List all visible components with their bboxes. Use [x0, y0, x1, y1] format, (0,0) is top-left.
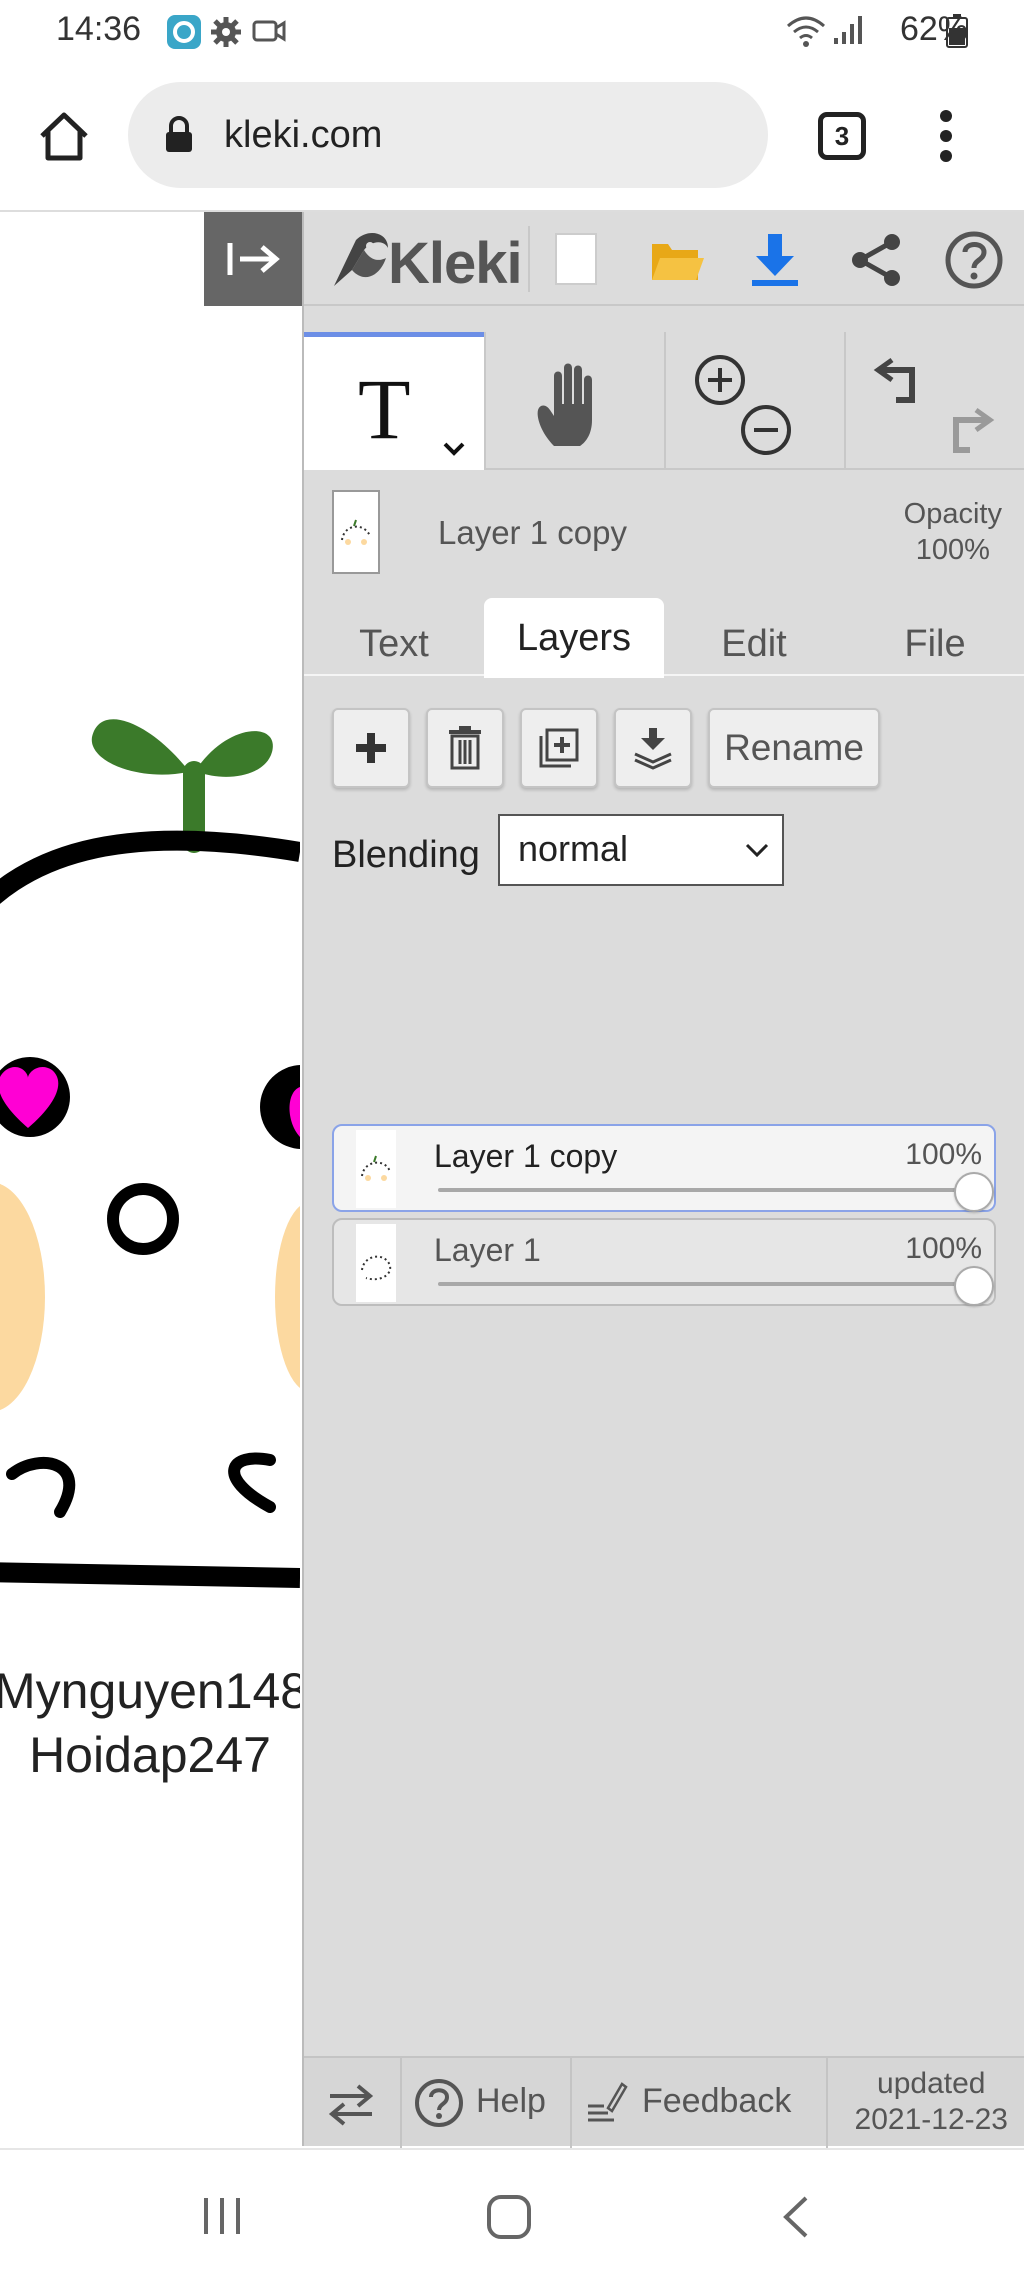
redo-icon[interactable]: [940, 402, 996, 458]
canvas-text-line1: Mynguyen148: [0, 1663, 300, 1719]
tab-switcher-button[interactable]: 3: [818, 112, 866, 160]
settings-gear-icon: [211, 17, 241, 47]
kleki-logo-icon: [334, 233, 388, 286]
current-layer-name: Layer 1 copy: [438, 514, 627, 551]
blending-label: Blending: [332, 834, 480, 876]
battery-icon: [946, 14, 968, 48]
layer-preview-image: [341, 519, 371, 545]
layer-thumbnail: [356, 1224, 396, 1302]
help-button[interactable]: Help: [402, 2058, 568, 2148]
canvas-drawing: [0, 719, 300, 1588]
add-layer-button[interactable]: [332, 708, 410, 788]
side-panel: Kleki T Layer 1 copy Opacity 100% Text L…: [302, 212, 1024, 2148]
browser-toolbar: kleki.com 3: [0, 62, 1024, 212]
lock-icon: [166, 116, 192, 152]
zoom-out-icon[interactable]: [738, 402, 794, 458]
updated-label: updated: [877, 2067, 986, 2100]
chevron-down-icon[interactable]: [442, 441, 466, 457]
tab-file[interactable]: File: [844, 598, 1024, 690]
updated-info: updated 2021-12-23: [855, 2066, 1008, 2138]
layer-name: Layer 1: [434, 1232, 541, 1268]
back-nav-icon[interactable]: [780, 2194, 812, 2240]
footer-separator: [826, 2058, 828, 2148]
layers-panel: Rename Blending normal Layer 1 copy 100%…: [304, 678, 1024, 1978]
hand-tool-icon[interactable]: [532, 360, 614, 450]
tab-edit[interactable]: Edit: [664, 598, 844, 690]
merge-down-button[interactable]: [614, 708, 692, 788]
share-icon[interactable]: [848, 232, 904, 288]
blending-value: normal: [518, 828, 629, 869]
layer-opacity-slider[interactable]: [438, 1282, 978, 1286]
help-label: Help: [476, 2082, 546, 2120]
app-notification-icon: [167, 15, 201, 49]
layer-opacity-slider[interactable]: [438, 1188, 978, 1192]
tool-row: T: [304, 332, 1024, 470]
layer-opacity-slider-handle[interactable]: [954, 1172, 994, 1212]
duplicate-icon: [539, 728, 579, 768]
merge-down-icon: [634, 728, 672, 770]
tool-separator: [664, 332, 666, 470]
opacity-value: 100%: [915, 534, 990, 566]
home-nav-icon[interactable]: [486, 2194, 532, 2240]
tab-layers[interactable]: Layers: [484, 598, 664, 678]
address-bar[interactable]: kleki.com: [128, 82, 768, 188]
collapse-arrow-icon: [227, 243, 280, 275]
panel-footer: Help Feedback updated 2021-12-23: [304, 2056, 1024, 2148]
layer-preview-image: [361, 1255, 392, 1281]
feedback-label: Feedback: [642, 2082, 792, 2120]
tool-separator: [844, 332, 846, 470]
app-header: Kleki: [304, 212, 1024, 306]
drawing-canvas[interactable]: Mynguyen148 Hoidap247: [0, 212, 300, 2146]
feedback-pen-icon: [588, 2082, 628, 2122]
app-title: Kleki: [388, 231, 523, 296]
layer-name: Layer 1 copy: [434, 1138, 618, 1174]
home-icon[interactable]: [38, 110, 90, 162]
opacity-readout: Opacity 100%: [904, 496, 1002, 568]
current-layer-thumbnail: [332, 490, 380, 574]
feedback-button[interactable]: Feedback: [572, 2058, 814, 2148]
layer-opacity: 100%: [905, 1138, 982, 1171]
swap-sides-icon[interactable]: [328, 2082, 374, 2126]
wifi-icon: [787, 16, 825, 47]
blending-select[interactable]: normal: [498, 814, 784, 886]
layer-opacity-slider-handle[interactable]: [954, 1266, 994, 1306]
plus-icon: [356, 733, 386, 763]
tab-text[interactable]: Text: [304, 598, 484, 690]
trash-icon: [449, 726, 481, 770]
tool-separator: [484, 332, 486, 470]
opacity-label: Opacity: [903, 498, 1002, 530]
download-icon[interactable]: [750, 232, 800, 288]
new-file-icon[interactable]: [554, 232, 598, 286]
status-bar: 14:36 62%: [0, 0, 1024, 62]
undo-icon[interactable]: [872, 352, 928, 408]
help-circle-icon: [415, 2079, 463, 2127]
collapse-panel-button[interactable]: [204, 212, 302, 306]
chevron-down-icon: [745, 843, 769, 858]
canvas-text-line2: Hoidap247: [29, 1727, 271, 1783]
text-tool-icon: T: [358, 361, 411, 457]
layer-item[interactable]: Layer 1 100%: [332, 1218, 996, 1306]
layer-thumbnail: [356, 1130, 396, 1208]
text-tool-button[interactable]: T: [304, 332, 484, 470]
layer-item[interactable]: Layer 1 copy 100%: [332, 1124, 996, 1212]
panel-tabs: Text Layers Edit File: [304, 584, 1024, 678]
signal-icon: [834, 16, 862, 44]
zoom-in-icon[interactable]: [692, 352, 748, 408]
header-separator: [528, 226, 530, 292]
url-text: kleki.com: [224, 114, 383, 156]
system-nav-bar: [0, 2148, 1024, 2276]
open-folder-icon[interactable]: [650, 236, 706, 284]
layer-preview-image: [361, 1155, 391, 1181]
rename-layer-button[interactable]: Rename: [708, 708, 880, 788]
current-layer-info: Layer 1 copy Opacity 100%: [304, 482, 1024, 582]
recent-apps-icon[interactable]: [200, 2196, 244, 2236]
help-icon[interactable]: [944, 230, 1004, 290]
duplicate-layer-button[interactable]: [520, 708, 598, 788]
delete-layer-button[interactable]: [426, 708, 504, 788]
status-time: 14:36: [56, 10, 142, 48]
updated-date: 2021-12-23: [854, 2103, 1008, 2136]
video-camera-icon: [252, 20, 286, 42]
layer-opacity: 100%: [905, 1232, 982, 1265]
more-menu-icon[interactable]: [936, 108, 956, 164]
